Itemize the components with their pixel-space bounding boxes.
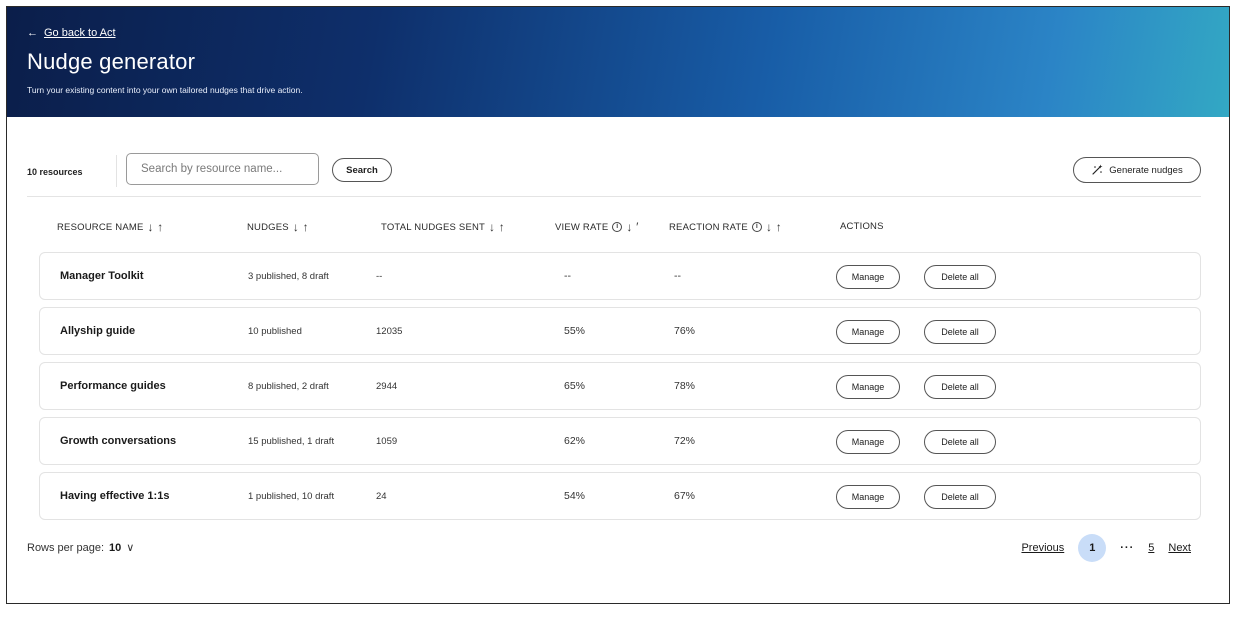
table-header: RESOURCE NAME ↓ ↑ NUDGES ↓ ↑ TOTAL NUDGE… xyxy=(39,221,1199,239)
search-input[interactable] xyxy=(126,153,319,185)
delete-all-button[interactable]: Delete all xyxy=(924,375,996,399)
generate-nudges-label: Generate nudges xyxy=(1109,164,1183,176)
delete-all-button[interactable]: Delete all xyxy=(924,485,996,509)
view-rate: 54% xyxy=(564,490,586,502)
back-arrow-icon: ← xyxy=(27,27,38,39)
manage-button[interactable]: Manage xyxy=(836,265,900,289)
column-header-actions: ACTIONS xyxy=(840,221,884,232)
toolbar-divider xyxy=(116,155,117,187)
resource-name: Manager Toolkit xyxy=(60,270,144,282)
delete-all-button[interactable]: Delete all xyxy=(924,320,996,344)
total-nudges-sent: 12035 xyxy=(376,325,403,337)
view-rate: 65% xyxy=(564,380,586,392)
column-label: TOTAL NUDGES SENT xyxy=(381,221,486,233)
sort-arrows-icon[interactable]: ↓ ↑ xyxy=(766,221,782,233)
manage-button[interactable]: Manage xyxy=(836,320,900,344)
reaction-rate: 76% xyxy=(674,325,696,337)
pagination-ellipsis: ··· xyxy=(1120,542,1135,554)
resource-count: 10 resources xyxy=(27,167,83,177)
sort-arrows-icon[interactable]: ↓ ↑ xyxy=(293,221,309,233)
total-nudges-sent: 2944 xyxy=(376,380,398,392)
generate-nudges-button[interactable]: Generate nudges xyxy=(1073,157,1201,183)
table-row: Having effective 1:1s 1 published, 10 dr… xyxy=(39,472,1201,520)
nudges-count: 3 published, 8 draft xyxy=(248,270,329,282)
page-frame: ← Go back to Act Nudge generator Turn yo… xyxy=(6,6,1230,604)
manage-button[interactable]: Manage xyxy=(836,375,900,399)
page-title: Nudge generator xyxy=(27,49,196,74)
column-label: ACTIONS xyxy=(840,221,884,232)
column-label: VIEW RATE xyxy=(555,221,609,233)
nudges-count: 1 published, 10 draft xyxy=(248,490,335,502)
rows-per-page-label: Rows per page: xyxy=(27,541,105,554)
table-row: Allyship guide 10 published 12035 55% 76… xyxy=(39,307,1201,355)
page-1-button[interactable]: 1 xyxy=(1078,534,1107,562)
column-header-resource-name: RESOURCE NAME ↓ ↑ xyxy=(57,221,163,233)
column-header-reaction-rate: REACTION RATE i ↓ ↑ xyxy=(669,221,782,233)
resource-name: Having effective 1:1s xyxy=(60,490,170,502)
toolbar: 10 resources Search Generate nudges xyxy=(27,153,1201,189)
pagination: Previous 1 ··· 5 Next xyxy=(1021,534,1191,562)
manage-button[interactable]: Manage xyxy=(836,485,900,509)
page-5-link[interactable]: 5 xyxy=(1148,542,1154,554)
column-header-nudges: NUDGES ↓ ↑ xyxy=(247,221,309,233)
nudges-count: 8 published, 2 draft xyxy=(248,380,329,392)
nudges-count: 10 published xyxy=(248,325,302,337)
rows-per-page-value: 10 xyxy=(109,541,122,554)
table-row: Manager Toolkit 3 published, 8 draft -- … xyxy=(39,252,1201,300)
reaction-rate: -- xyxy=(674,270,681,282)
column-header-view-rate: VIEW RATE i ↓ ′ xyxy=(555,221,639,233)
back-link[interactable]: ← Go back to Act xyxy=(27,27,116,39)
column-label: REACTION RATE xyxy=(669,221,748,233)
next-page-link[interactable]: Next xyxy=(1168,542,1191,554)
resource-name: Growth conversations xyxy=(60,435,177,447)
sort-arrows-icon[interactable]: ↓ ↑ xyxy=(148,221,164,233)
chevron-down-icon: ∨ xyxy=(126,542,135,554)
rows-per-page-select[interactable]: Rows per page: 10 ∨ xyxy=(27,541,135,555)
toolbar-separator xyxy=(27,196,1201,197)
manage-button[interactable]: Manage xyxy=(836,430,900,454)
resource-name: Allyship guide xyxy=(60,325,136,337)
table-row: Growth conversations 15 published, 1 dra… xyxy=(39,417,1201,465)
page-header-banner: ← Go back to Act Nudge generator Turn yo… xyxy=(7,7,1229,117)
view-rate: -- xyxy=(564,270,571,282)
total-nudges-sent: 1059 xyxy=(376,435,398,447)
total-nudges-sent: -- xyxy=(376,270,383,282)
delete-all-button[interactable]: Delete all xyxy=(924,265,996,289)
reaction-rate: 72% xyxy=(674,435,696,447)
magic-wand-icon xyxy=(1092,164,1103,175)
sort-arrows-icon[interactable]: ↓ ′ xyxy=(626,221,638,233)
resource-name: Performance guides xyxy=(60,380,166,392)
column-label: RESOURCE NAME xyxy=(57,221,144,233)
previous-page-link[interactable]: Previous xyxy=(1021,542,1064,554)
column-header-total-nudges-sent: TOTAL NUDGES SENT ↓ ↑ xyxy=(381,221,505,233)
back-link-label[interactable]: Go back to Act xyxy=(44,27,116,39)
reaction-rate: 67% xyxy=(674,490,696,502)
reaction-rate: 78% xyxy=(674,380,696,392)
delete-all-button[interactable]: Delete all xyxy=(924,430,996,454)
view-rate: 55% xyxy=(564,325,586,337)
table-row: Performance guides 8 published, 2 draft … xyxy=(39,362,1201,410)
info-icon[interactable]: i xyxy=(751,222,762,232)
info-icon[interactable]: i xyxy=(612,222,623,232)
nudges-count: 15 published, 1 draft xyxy=(248,435,335,447)
column-label: NUDGES xyxy=(247,221,289,233)
page-subtitle: Turn your existing content into your own… xyxy=(27,85,303,95)
total-nudges-sent: 24 xyxy=(376,490,387,502)
sort-arrows-icon[interactable]: ↓ ↑ xyxy=(489,221,505,233)
view-rate: 62% xyxy=(564,435,586,447)
search-button[interactable]: Search xyxy=(332,158,392,182)
